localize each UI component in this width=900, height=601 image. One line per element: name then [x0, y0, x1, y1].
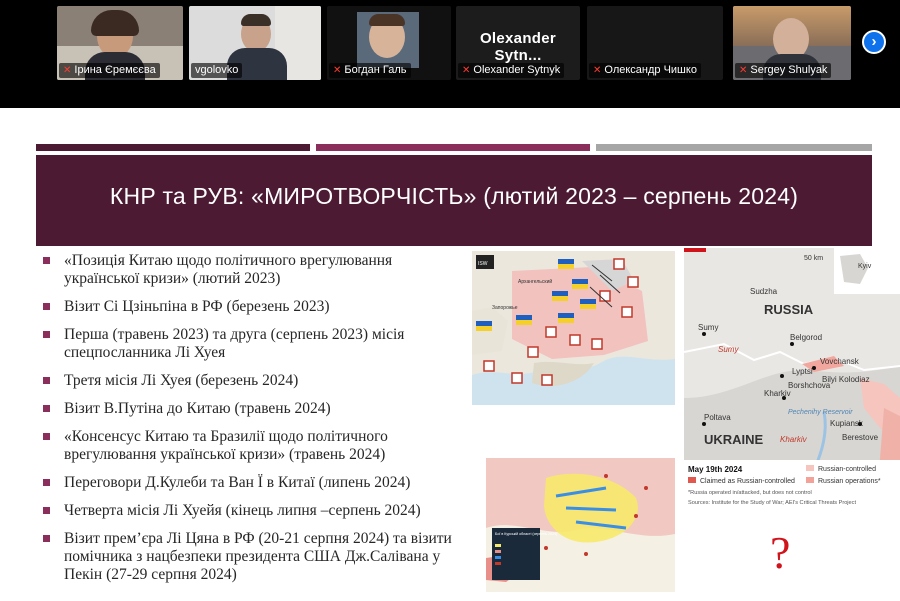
mic-muted-icon: ✕ — [593, 65, 602, 76]
participant-name: ✕ Olexander Sytnyk — [458, 63, 565, 78]
map-label: Poltava — [704, 413, 731, 422]
scale-label: 50 km — [804, 255, 823, 262]
map-label: Kharkiv — [780, 435, 808, 444]
map-label: Запорожье — [492, 305, 518, 311]
map-label: Pechenihy Reservoir — [788, 409, 853, 416]
bullet-marker — [43, 257, 50, 264]
legend-date: May 19th 2024 — [688, 465, 743, 474]
legend-sources: Sources: Institute for the Study of War;… — [688, 500, 856, 506]
next-page-button[interactable]: › — [862, 30, 886, 54]
legend-note: *Russia operated in/attacked, but does n… — [688, 490, 812, 496]
participant-tile[interactable]: ✕ Sergey Shulyak — [733, 6, 851, 80]
mic-muted-icon: ✕ — [333, 65, 342, 76]
map-label-ukraine: UKRAINE — [704, 432, 764, 447]
map-label: Belgorod — [790, 333, 822, 342]
participant-display-name: Olexander Sytn... — [479, 30, 557, 64]
bullet-item: «Консенсус Китаю та Бразилії щодо політи… — [40, 428, 468, 464]
mic-muted-icon: ✕ — [739, 65, 748, 76]
bullet-marker — [43, 479, 50, 486]
map-label: Архангельский — [518, 278, 552, 285]
bullet-marker — [43, 331, 50, 338]
decor-bar — [596, 144, 872, 151]
participant-name: ✕ Sergey Shulyak — [735, 63, 832, 78]
legend-title: Бої в Курській області (серпень 2024) — [495, 532, 557, 536]
chevron-right-icon: › — [871, 33, 877, 50]
legend-item: Claimed as Russian-controlled — [700, 478, 795, 485]
mic-muted-icon: ✕ — [63, 65, 72, 76]
bullet-marker — [43, 405, 50, 412]
map-label: Borshchova — [788, 381, 831, 390]
participant-name: ✕ Богдан Галь — [329, 63, 411, 78]
bullet-list: «Позиція Китаю щодо політичного врегулюв… — [40, 252, 468, 594]
legend-item: Russian-controlled — [818, 466, 876, 473]
bullet-marker — [43, 433, 50, 440]
participant-name: ✕ Олександр Чишко — [589, 63, 701, 78]
bullet-item: Візит Сі Цзіньпіна в РФ (березень 2023) — [40, 298, 468, 316]
participant-tile[interactable]: ✕ Олександр Чишко — [587, 6, 723, 80]
bullet-item: Візит В.Путіна до Китаю (травень 2024) — [40, 400, 468, 418]
bullet-item: Переговори Д.Кулеби та Ван Ї в Китаї (ли… — [40, 474, 468, 492]
svg-text:ISW: ISW — [478, 261, 488, 267]
slide-title: КНР та РУВ: «МИРОТВОРЧІСТЬ» (лютий 2023 … — [109, 183, 799, 209]
participant-name: vgolovko — [191, 63, 243, 78]
bullet-item: Третя місія Лі Хуея (березень 2024) — [40, 372, 468, 390]
map-kharkiv-front: Kyiv 50 km RUSSIA UKRAINE Sudzha Sumy Su… — [684, 248, 900, 510]
decor-bar — [36, 144, 310, 151]
participant-tile[interactable]: ✕ Ірина Єремєєва — [57, 6, 183, 80]
map-kursk-region: Бої в Курській області (серпень 2024) — [486, 458, 675, 592]
map-label-russia: RUSSIA — [764, 302, 814, 317]
map-label: Sudzha — [750, 287, 778, 296]
bullet-item: Четверта місія Лі Хуейя (кінець липня –с… — [40, 502, 468, 520]
legend-item: Russian operations* — [818, 478, 881, 485]
bullet-marker — [43, 377, 50, 384]
shared-slide: КНР та РУВ: «МИРОТВОРЧІСТЬ» (лютий 2023 … — [0, 108, 900, 601]
participant-strip: ✕ Ірина Єремєєва vgolovko ✕ Богдан Галь Ol… — [0, 0, 900, 84]
participant-tile-active[interactable]: vgolovko — [189, 6, 321, 80]
bullet-marker — [43, 303, 50, 310]
map-label: Berestove — [842, 433, 879, 442]
map-label: Vovchansk — [820, 357, 860, 366]
map-southern-ukraine: ISW Архангельский Запорожье — [472, 251, 675, 405]
map-label: Kharkiv — [764, 389, 791, 398]
map-label: Sumy — [698, 323, 718, 332]
map-label: Sumy — [718, 345, 739, 354]
participant-name: ✕ Ірина Єремєєва — [59, 63, 160, 78]
title-box: КНР та РУВ: «МИРОТВОРЧІСТЬ» (лютий 2023 … — [36, 155, 872, 246]
bullet-marker — [43, 507, 50, 514]
bullet-marker — [43, 535, 50, 542]
question-mark: ? — [770, 527, 791, 578]
bullet-item: Візит прем’єра Лі Цяна в РФ (20-21 серпн… — [40, 530, 468, 584]
participant-tile[interactable]: Olexander Sytn... ✕ Olexander Sytnyk — [456, 6, 580, 80]
mic-muted-icon: ✕ — [462, 65, 471, 76]
participant-tile[interactable]: ✕ Богдан Галь — [327, 6, 451, 80]
bullet-item: Перша (травень 2023) та друга (серпень 2… — [40, 326, 468, 362]
inset-label: Kyiv — [858, 263, 872, 270]
map-label: Lyptsi — [792, 367, 813, 376]
bullet-item: «Позиція Китаю щодо політичного врегулюв… — [40, 252, 468, 288]
decor-bar — [316, 144, 590, 151]
